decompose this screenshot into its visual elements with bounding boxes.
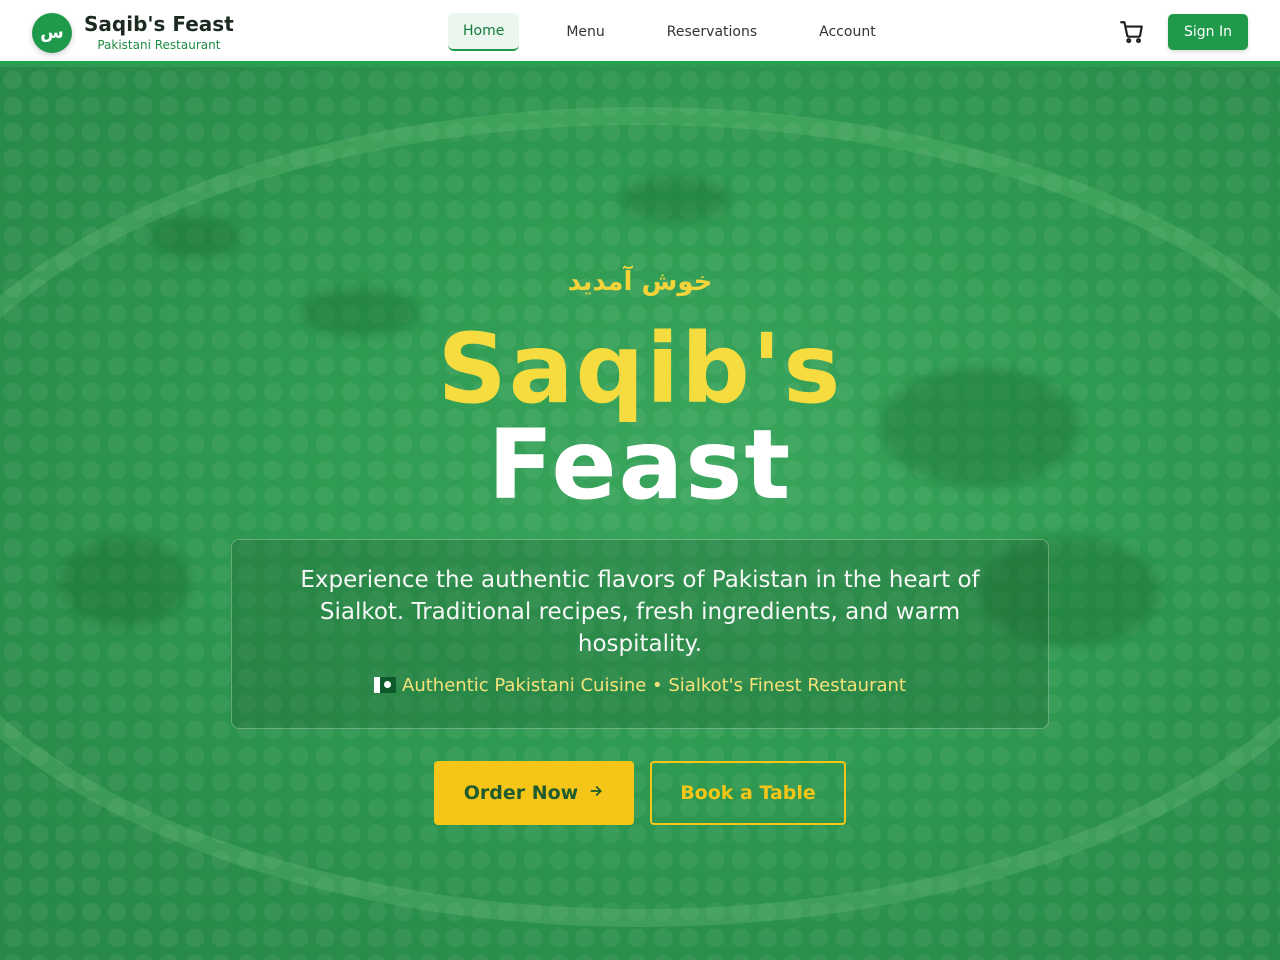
food-texture bbox=[150, 217, 240, 257]
arrow-right-icon bbox=[588, 783, 604, 804]
hero-description: Experience the authentic flavors of Paki… bbox=[300, 567, 980, 657]
brand-name: Saqib's Feast bbox=[84, 12, 234, 36]
cart-icon[interactable] bbox=[1119, 19, 1145, 45]
nav-home[interactable]: Home bbox=[448, 13, 520, 51]
hero-section: خوش آمدید Saqib's Feast Experience the a… bbox=[0, 67, 1280, 960]
sign-in-button[interactable]: Sign In bbox=[1168, 14, 1248, 50]
nav-account[interactable]: Account bbox=[804, 13, 891, 51]
hero-tagline-row: Authentic Pakistani Cuisine • Sialkot's … bbox=[272, 674, 1008, 698]
brand-subtitle: Pakistani Restaurant bbox=[97, 38, 221, 52]
site-header: س Saqib's Feast Pakistani Restaurant Hom… bbox=[0, 0, 1280, 64]
nav-menu[interactable]: Menu bbox=[551, 13, 619, 51]
food-texture bbox=[60, 537, 190, 627]
book-table-button[interactable]: Book a Table bbox=[650, 761, 846, 825]
main-nav: Home Menu Reservations Account bbox=[448, 13, 909, 51]
brand-text: Saqib's Feast Pakistani Restaurant bbox=[84, 12, 234, 54]
hero-tagline: Authentic Pakistani Cuisine • Sialkot's … bbox=[402, 675, 906, 696]
description-card: Experience the authentic flavors of Paki… bbox=[231, 539, 1049, 729]
nav-reservations[interactable]: Reservations bbox=[652, 13, 772, 51]
brand[interactable]: س Saqib's Feast Pakistani Restaurant bbox=[32, 12, 234, 54]
hero-title-line2: Feast bbox=[487, 409, 793, 521]
urdu-greeting: خوش آمدید bbox=[567, 267, 713, 297]
pakistan-flag-icon bbox=[374, 677, 397, 693]
order-now-label: Order Now bbox=[463, 782, 579, 804]
food-texture bbox=[620, 177, 730, 222]
hero-title-line1: Saqib's bbox=[437, 313, 843, 425]
logo: س bbox=[32, 13, 72, 53]
order-now-button[interactable]: Order Now bbox=[434, 761, 634, 825]
